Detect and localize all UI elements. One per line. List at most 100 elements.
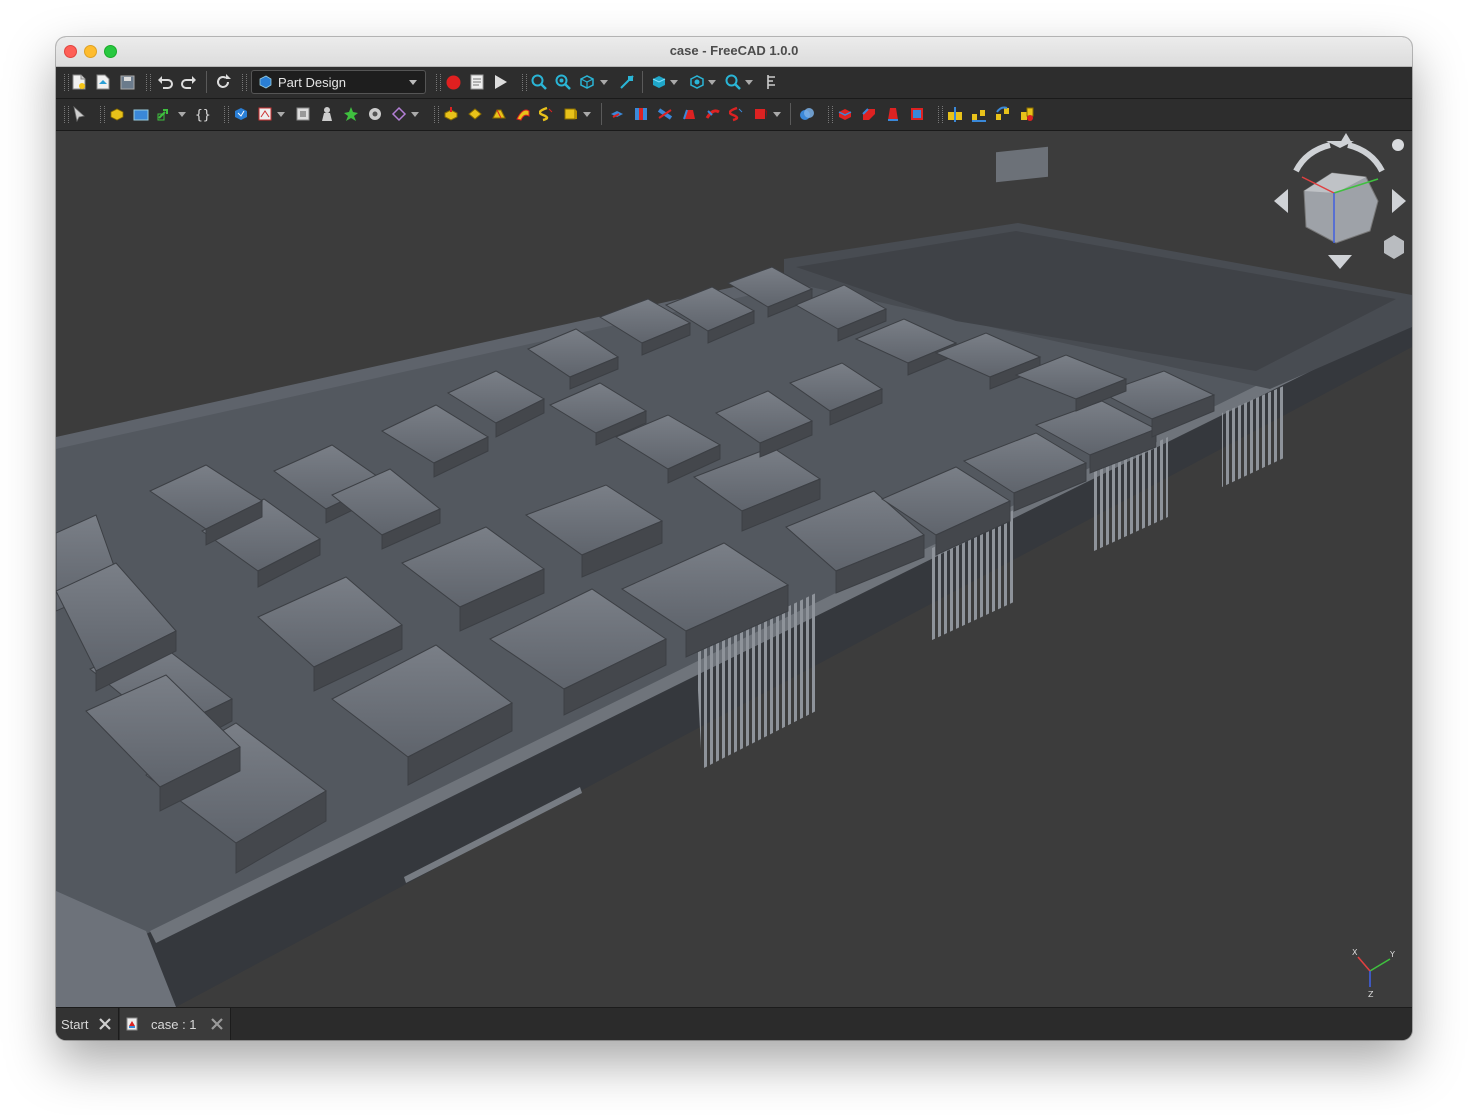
chevron-down-icon[interactable]: [277, 112, 285, 117]
chevron-down-icon[interactable]: [745, 80, 753, 85]
attach-sketch-icon[interactable]: [256, 105, 274, 123]
isometric-icon[interactable]: [650, 73, 668, 91]
link-icon[interactable]: [156, 105, 174, 123]
groove-icon[interactable]: [656, 105, 674, 123]
datum-line-icon[interactable]: [366, 105, 384, 123]
chevron-down-icon[interactable]: [773, 112, 781, 117]
chevron-down-icon[interactable]: [583, 112, 591, 117]
toolbar-grip[interactable]: [242, 74, 247, 91]
tab-start[interactable]: Start: [56, 1008, 119, 1040]
tab-label: Start: [61, 1017, 89, 1032]
datum-plane-icon[interactable]: [390, 105, 408, 123]
toolbar-grip[interactable]: [146, 74, 151, 91]
boolean-icon[interactable]: [798, 105, 816, 123]
toolbar-grip[interactable]: [434, 106, 439, 123]
toolbar-grip[interactable]: [64, 106, 69, 123]
toolbar-grip[interactable]: [64, 74, 69, 91]
clone-icon[interactable]: [318, 105, 336, 123]
multi-transform-icon[interactable]: [1018, 105, 1036, 123]
linear-pattern-icon[interactable]: [970, 105, 988, 123]
toolbar-grip[interactable]: [938, 106, 943, 123]
freecad-window: case - FreeCAD 1.0.0 Part Design {} X Y …: [56, 37, 1412, 1040]
toolbar-separator: [642, 71, 643, 93]
create-sketch-icon[interactable]: [232, 105, 250, 123]
draw-style-icon[interactable]: [688, 73, 706, 91]
subtractive-loft-icon[interactable]: [680, 105, 698, 123]
fillet-icon[interactable]: [836, 105, 854, 123]
axis-z-label: Z: [1368, 990, 1374, 999]
subtractive-primitive-icon[interactable]: [752, 105, 770, 123]
new-document-icon[interactable]: [70, 73, 88, 91]
axis-y-label: Y: [1389, 950, 1395, 959]
select-icon[interactable]: [70, 105, 88, 123]
toolbar-grip[interactable]: [436, 74, 441, 91]
pocket-icon[interactable]: [608, 105, 626, 123]
axis-x-label: X: [1352, 948, 1358, 957]
datum-point-icon[interactable]: [342, 105, 360, 123]
ruler-icon[interactable]: [762, 73, 780, 91]
open-document-icon[interactable]: [94, 73, 112, 91]
subtractive-pipe-icon[interactable]: [704, 105, 722, 123]
redo-icon[interactable]: [180, 73, 198, 91]
macro-edit-icon[interactable]: [468, 73, 486, 91]
model-render: X Y Z: [56, 133, 1412, 1007]
zoom-icon[interactable]: [724, 73, 742, 91]
revolution-icon[interactable]: [466, 105, 484, 123]
refresh-icon[interactable]: [214, 73, 232, 91]
nav-cube[interactable]: [1274, 133, 1406, 269]
macro-record-icon[interactable]: [444, 73, 462, 91]
title-bar: case - FreeCAD 1.0.0: [56, 37, 1412, 67]
pad-icon[interactable]: [442, 105, 460, 123]
save-icon[interactable]: [118, 73, 136, 91]
part-design-icon: [258, 75, 272, 92]
subtractive-helix-icon[interactable]: [728, 105, 746, 123]
tab-case[interactable]: case : 1: [120, 1008, 231, 1040]
chevron-down-icon[interactable]: [411, 112, 419, 117]
std-view-icon[interactable]: [578, 73, 596, 91]
loft-icon[interactable]: [490, 105, 508, 123]
freecad-document-icon: [126, 1017, 140, 1031]
expression-icon[interactable]: {}: [194, 105, 212, 123]
polar-pattern-icon[interactable]: [994, 105, 1012, 123]
thickness-icon[interactable]: [908, 105, 926, 123]
toolbar-grip[interactable]: [828, 106, 833, 123]
main-toolbar: Part Design: [56, 67, 1412, 99]
create-part-icon[interactable]: [132, 105, 150, 123]
chamfer-icon[interactable]: [860, 105, 878, 123]
undo-icon[interactable]: [156, 73, 174, 91]
document-tab-bar: Start case : 1: [56, 1007, 1412, 1040]
helix-icon[interactable]: [538, 105, 556, 123]
chevron-down-icon[interactable]: [600, 80, 608, 85]
svg-text:{}: {}: [195, 108, 211, 122]
macro-run-icon[interactable]: [492, 73, 510, 91]
close-icon[interactable]: [98, 1017, 112, 1031]
workbench-label: Part Design: [278, 75, 346, 90]
toolbar-separator: [206, 71, 207, 93]
sweep-icon[interactable]: [514, 105, 532, 123]
mirrored-icon[interactable]: [946, 105, 964, 123]
axis-triad: X Y Z: [1352, 948, 1395, 999]
shape-binder-icon[interactable]: [294, 105, 312, 123]
hole-icon[interactable]: [632, 105, 650, 123]
workbench-selector[interactable]: Part Design: [251, 70, 426, 94]
window-title: case - FreeCAD 1.0.0: [669, 43, 799, 58]
toolbar-grip[interactable]: [224, 106, 229, 123]
create-body-icon[interactable]: [108, 105, 126, 123]
additive-primitive-icon[interactable]: [562, 105, 580, 123]
fit-all-icon[interactable]: [530, 73, 548, 91]
chevron-down-icon[interactable]: [708, 80, 716, 85]
chevron-down-icon: [409, 80, 417, 85]
3d-viewport[interactable]: X Y Z: [56, 131, 1412, 1007]
close-icon[interactable]: [210, 1017, 224, 1031]
tab-label: case : 1: [151, 1017, 197, 1032]
measure-icon[interactable]: [618, 73, 636, 91]
toolbar-grip[interactable]: [100, 106, 105, 123]
toolbar-grip[interactable]: [522, 74, 527, 91]
toolbar-separator: [790, 103, 791, 125]
draft-icon[interactable]: [884, 105, 902, 123]
fit-selection-icon[interactable]: [554, 73, 572, 91]
partdesign-toolbar: {}: [56, 99, 1412, 131]
chevron-down-icon[interactable]: [670, 80, 678, 85]
chevron-down-icon[interactable]: [178, 112, 186, 117]
toolbar-separator: [601, 103, 602, 125]
